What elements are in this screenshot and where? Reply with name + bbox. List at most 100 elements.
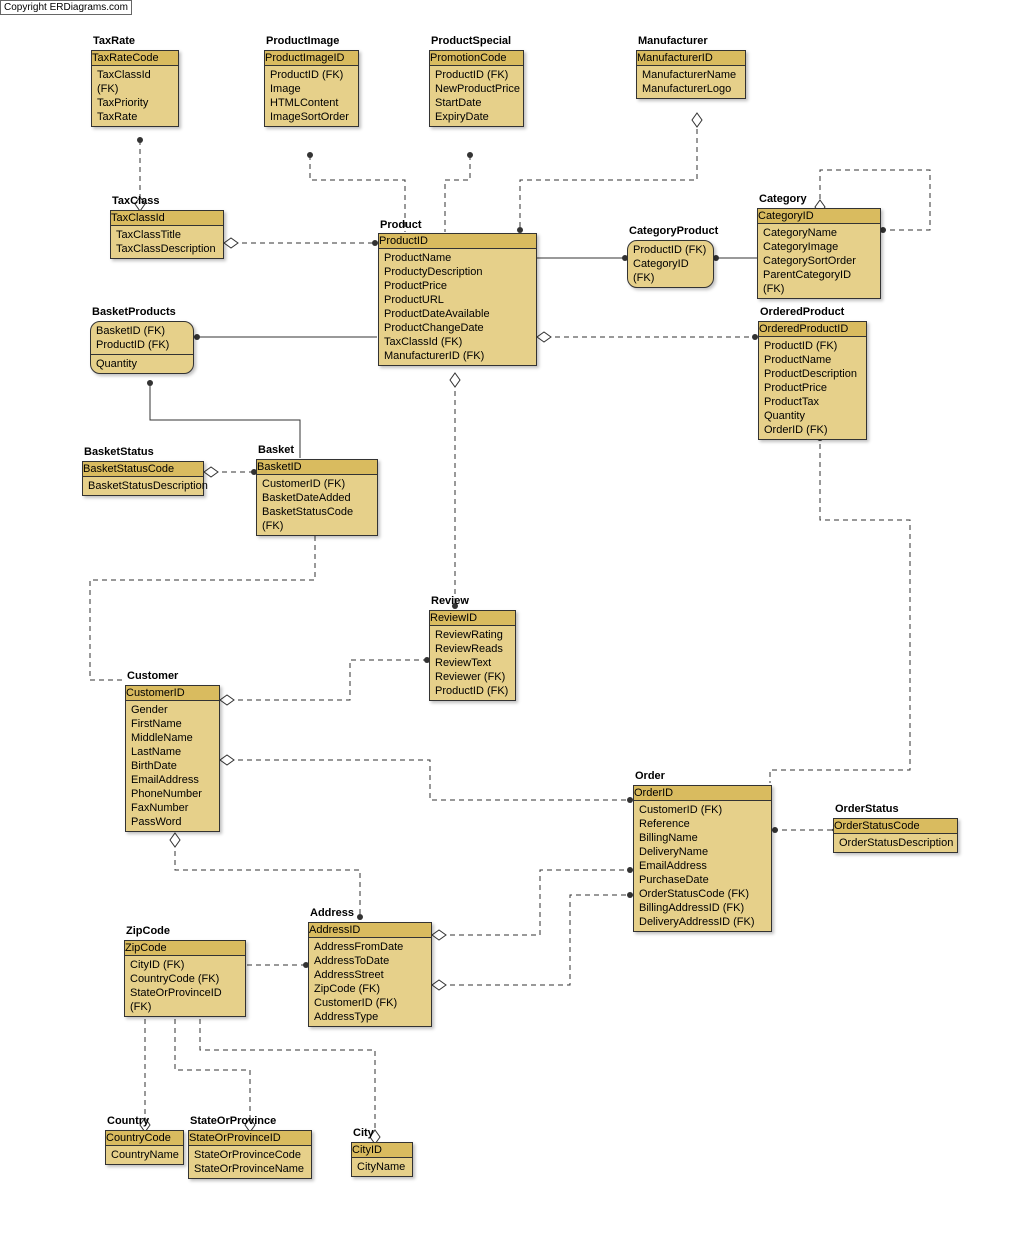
entity-title-Basket: Basket bbox=[258, 444, 294, 456]
er-diagram-canvas: Copyright ERDiagrams.com TaxRate Product… bbox=[0, 0, 1017, 1242]
attr: ProductURL bbox=[384, 293, 531, 307]
pk: PromotionCode bbox=[430, 51, 523, 66]
attr: NewProductPrice bbox=[435, 82, 518, 96]
entity-Category: CategoryID CategoryName CategoryImage Ca… bbox=[757, 208, 881, 299]
attr: CityName bbox=[357, 1160, 407, 1174]
attr: Image bbox=[270, 82, 353, 96]
attr: ParentCategoryID (FK) bbox=[763, 268, 875, 296]
entity-ZipCode: ZipCode CityID (FK) CountryCode (FK) Sta… bbox=[124, 940, 246, 1017]
entity-TaxClass: TaxClassId TaxClassTitle TaxClassDescrip… bbox=[110, 210, 224, 259]
entity-BasketProducts: BasketID (FK) ProductID (FK) Quantity bbox=[90, 321, 194, 374]
attr: CategoryImage bbox=[763, 240, 875, 254]
entity-title-Country: Country bbox=[107, 1115, 149, 1127]
attr: PurchaseDate bbox=[639, 873, 766, 887]
attr: ProductID (FK) bbox=[764, 339, 861, 353]
attr: Gender bbox=[131, 703, 214, 717]
pk: OrderStatusCode bbox=[834, 819, 957, 834]
attr: DeliveryName bbox=[639, 845, 766, 859]
entity-Order: OrderID CustomerID (FK) Reference Billin… bbox=[633, 785, 772, 932]
attr: Reference bbox=[639, 817, 766, 831]
pk: CityID bbox=[352, 1143, 412, 1158]
attr: ProductDateAvailable bbox=[384, 307, 531, 321]
entity-title-Manufacturer: Manufacturer bbox=[638, 35, 708, 47]
attr: CustomerID (FK) bbox=[639, 803, 766, 817]
attr: PassWord bbox=[131, 815, 214, 829]
entity-Review: ReviewID ReviewRating ReviewReads Review… bbox=[429, 610, 516, 701]
pk: ReviewID bbox=[430, 611, 515, 626]
entity-title-OrderedProduct: OrderedProduct bbox=[760, 306, 844, 318]
attr: CategoryID (FK) bbox=[633, 257, 708, 285]
pk: ManufacturerID bbox=[637, 51, 745, 66]
pk: BasketID bbox=[257, 460, 377, 475]
attr: AddressFromDate bbox=[314, 940, 426, 954]
attr: TaxClassDescription bbox=[116, 242, 218, 256]
attr: FaxNumber bbox=[131, 801, 214, 815]
entity-Basket: BasketID CustomerID (FK) BasketDateAdded… bbox=[256, 459, 378, 536]
entity-title-City: City bbox=[353, 1127, 374, 1139]
attr: OrderStatusCode (FK) bbox=[639, 887, 766, 901]
attr: StateOrProvinceID (FK) bbox=[130, 986, 240, 1014]
entity-StateOrProvince: StateOrProvinceID StateOrProvinceCode St… bbox=[188, 1130, 312, 1179]
attr: BasketStatusDescription bbox=[88, 479, 198, 493]
attr: DeliveryAddressID (FK) bbox=[639, 915, 766, 929]
attr: AddressStreet bbox=[314, 968, 426, 982]
attr: ProductyDescription bbox=[384, 265, 531, 279]
entity-City: CityID CityName bbox=[351, 1142, 413, 1177]
pk: ProductImageID bbox=[265, 51, 358, 66]
attr: ZipCode (FK) bbox=[314, 982, 426, 996]
pk: CategoryID bbox=[758, 209, 880, 224]
attr: ProductName bbox=[384, 251, 531, 265]
attr: PhoneNumber bbox=[131, 787, 214, 801]
entity-ProductSpecial: PromotionCode ProductID (FK) NewProductP… bbox=[429, 50, 524, 127]
attr: ReviewReads bbox=[435, 642, 510, 656]
entity-TaxRate: TaxRateCode TaxClassId (FK) TaxPriority … bbox=[91, 50, 179, 127]
attr: ExpiryDate bbox=[435, 110, 518, 124]
attr: CategoryName bbox=[763, 226, 875, 240]
pk: OrderID bbox=[634, 786, 771, 801]
attr: CityID (FK) bbox=[130, 958, 240, 972]
pk: StateOrProvinceID bbox=[189, 1131, 311, 1146]
attr: AddressType bbox=[314, 1010, 426, 1024]
attr: TaxClassId (FK) bbox=[97, 68, 173, 96]
attr: CountryCode (FK) bbox=[130, 972, 240, 986]
entity-title-Product: Product bbox=[380, 219, 422, 231]
entity-ProductImage: ProductImageID ProductID (FK) Image HTML… bbox=[264, 50, 359, 127]
attr: MiddleName bbox=[131, 731, 214, 745]
attr: CountryName bbox=[111, 1148, 178, 1162]
entity-title-Category: Category bbox=[759, 193, 807, 205]
entity-title-Review: Review bbox=[431, 595, 469, 607]
attr: AddressToDate bbox=[314, 954, 426, 968]
entity-title-ZipCode: ZipCode bbox=[126, 925, 170, 937]
pk: OrderedProductID bbox=[759, 322, 866, 337]
attr: EmailAddress bbox=[639, 859, 766, 873]
attr: ImageSortOrder bbox=[270, 110, 353, 124]
attr: TaxRate bbox=[97, 110, 173, 124]
attr: BillingName bbox=[639, 831, 766, 845]
attr: TaxPriority bbox=[97, 96, 173, 110]
pk: BasketStatusCode bbox=[83, 462, 203, 477]
attr: ProductID (FK) bbox=[435, 68, 518, 82]
attr: ProductID (FK) bbox=[96, 338, 188, 352]
attr: ReviewRating bbox=[435, 628, 510, 642]
attr: EmailAddress bbox=[131, 773, 214, 787]
attr: ProductID (FK) bbox=[633, 243, 708, 257]
attr: HTMLContent bbox=[270, 96, 353, 110]
attr: FirstName bbox=[131, 717, 214, 731]
entity-title-OrderStatus: OrderStatus bbox=[835, 803, 899, 815]
entity-title-BasketProducts: BasketProducts bbox=[92, 306, 176, 318]
entity-title-BasketStatus: BasketStatus bbox=[84, 446, 154, 458]
attr: ProductID (FK) bbox=[270, 68, 353, 82]
attr: ProductPrice bbox=[764, 381, 861, 395]
attr: ManufacturerID (FK) bbox=[384, 349, 531, 363]
entity-title-ProductImage: ProductImage bbox=[266, 35, 339, 47]
entity-Manufacturer: ManufacturerID ManufacturerName Manufact… bbox=[636, 50, 746, 99]
attr: TaxClassTitle bbox=[116, 228, 218, 242]
attr: ProductChangeDate bbox=[384, 321, 531, 335]
entity-title-ProductSpecial: ProductSpecial bbox=[431, 35, 511, 47]
attr: CustomerID (FK) bbox=[262, 477, 372, 491]
attr: Quantity bbox=[96, 357, 188, 371]
pk: ProductID bbox=[379, 234, 536, 249]
entity-title-Customer: Customer bbox=[127, 670, 178, 682]
attr: OrderID (FK) bbox=[764, 423, 861, 437]
entity-title-TaxClass: TaxClass bbox=[112, 195, 160, 207]
